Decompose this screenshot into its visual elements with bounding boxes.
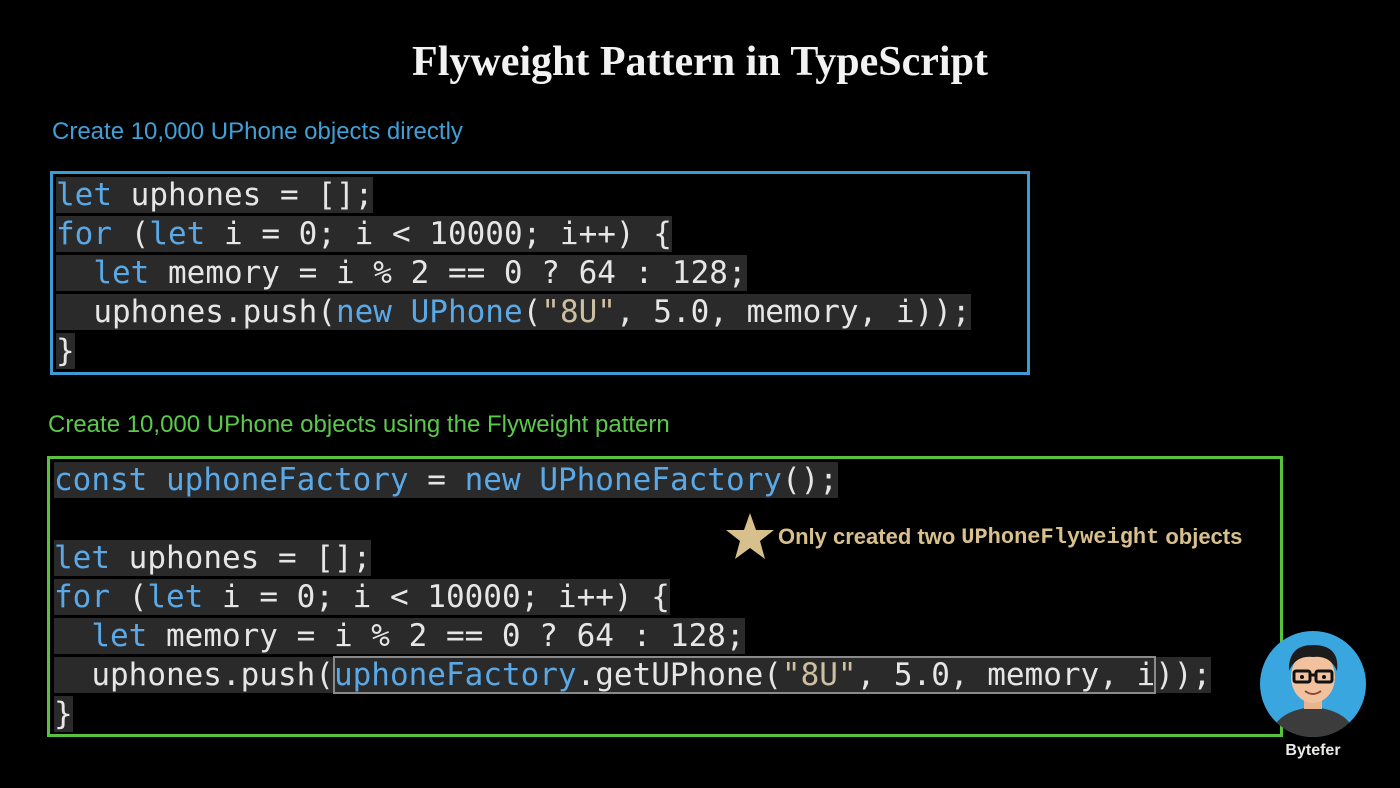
string-literal: "8U" bbox=[541, 294, 616, 330]
page-title: Flyweight Pattern in TypeScript bbox=[412, 39, 988, 85]
keyword: let bbox=[54, 540, 110, 576]
factory-call-highlight: uphoneFactory.getUPhone("8U", 5.0, memor… bbox=[332, 656, 1157, 694]
keyword: let bbox=[93, 255, 150, 291]
code-text: memory = i % 2 == 0 ? 64 : 128; bbox=[149, 255, 747, 291]
code-line: let memory = i % 2 == 0 ? 64 : 128; bbox=[54, 617, 1211, 656]
code-text: , 5.0, memory, i)); bbox=[615, 294, 971, 330]
flyweight-note: Only created two UPhoneFlyweight objects bbox=[724, 511, 1242, 563]
note-text-end: objects bbox=[1165, 524, 1243, 549]
code-line: } bbox=[56, 332, 971, 371]
code-line: let uphones = []; bbox=[56, 176, 971, 215]
code-text: uphones = []; bbox=[112, 177, 374, 213]
class-name: UPhoneFactory bbox=[539, 462, 782, 498]
code-text: } bbox=[56, 333, 75, 369]
keyword: let bbox=[91, 618, 148, 654]
keyword: new bbox=[335, 294, 392, 330]
star-icon bbox=[726, 513, 774, 559]
code-text: uphones.push( bbox=[54, 657, 334, 693]
code-text: i = 0; i < 10000; i++) { bbox=[205, 216, 672, 252]
variable-name: uphoneFactory bbox=[333, 657, 577, 693]
code-line: for (let i = 0; i < 10000; i++) { bbox=[56, 215, 971, 254]
keyword: let bbox=[149, 216, 206, 252]
code-text: ( bbox=[522, 294, 542, 330]
brand-name: Bytefer bbox=[1285, 742, 1341, 759]
flyweight-code-block: const uphoneFactory = new UPhoneFactory(… bbox=[54, 461, 1212, 734]
code-text: )); bbox=[1155, 657, 1212, 693]
code-line: uphones.push(uphoneFactory.getUPhone("8U… bbox=[54, 656, 1212, 695]
code-text: ( bbox=[112, 216, 150, 252]
keyword: const bbox=[54, 462, 148, 498]
keyword: new bbox=[464, 462, 521, 498]
code-text: (); bbox=[781, 462, 838, 498]
code-text: ( bbox=[110, 579, 148, 615]
code-text: uphones.push( bbox=[56, 294, 336, 330]
code-line: let memory = i % 2 == 0 ? 64 : 128; bbox=[56, 254, 971, 293]
note-text: Only created two bbox=[778, 524, 956, 549]
keyword: for bbox=[56, 216, 112, 252]
variable-name: uphoneFactory bbox=[166, 462, 409, 498]
keyword: let bbox=[56, 177, 112, 213]
keyword: for bbox=[54, 579, 110, 615]
code-line: uphones.push(new UPhone("8U", 5.0, memor… bbox=[56, 293, 971, 332]
direct-code-block: let uphones = []; for (let i = 0; i < 10… bbox=[56, 176, 971, 371]
class-name: UPhone bbox=[410, 294, 523, 330]
string-literal: "8U" bbox=[781, 657, 857, 693]
keyword: let bbox=[147, 579, 204, 615]
note-class-name: UPhoneFlyweight bbox=[961, 524, 1160, 550]
avatar bbox=[1260, 631, 1366, 737]
code-text: = bbox=[408, 462, 465, 498]
code-text: uphones = []; bbox=[110, 540, 372, 576]
code-line: } bbox=[54, 695, 1211, 734]
caption-flyweight: Create 10,000 UPhone objects using the F… bbox=[48, 411, 670, 438]
caption-direct: Create 10,000 UPhone objects directly bbox=[52, 118, 463, 145]
code-text: .getUPhone( bbox=[576, 657, 782, 693]
code-text: } bbox=[54, 696, 73, 732]
code-line: for (let i = 0; i < 10000; i++) { bbox=[54, 578, 1211, 617]
code-text: i = 0; i < 10000; i++) { bbox=[203, 579, 670, 615]
code-text: memory = i % 2 == 0 ? 64 : 128; bbox=[147, 618, 745, 654]
code-text: , 5.0, memory, i bbox=[856, 657, 1156, 693]
code-line: const uphoneFactory = new UPhoneFactory(… bbox=[54, 461, 1211, 500]
